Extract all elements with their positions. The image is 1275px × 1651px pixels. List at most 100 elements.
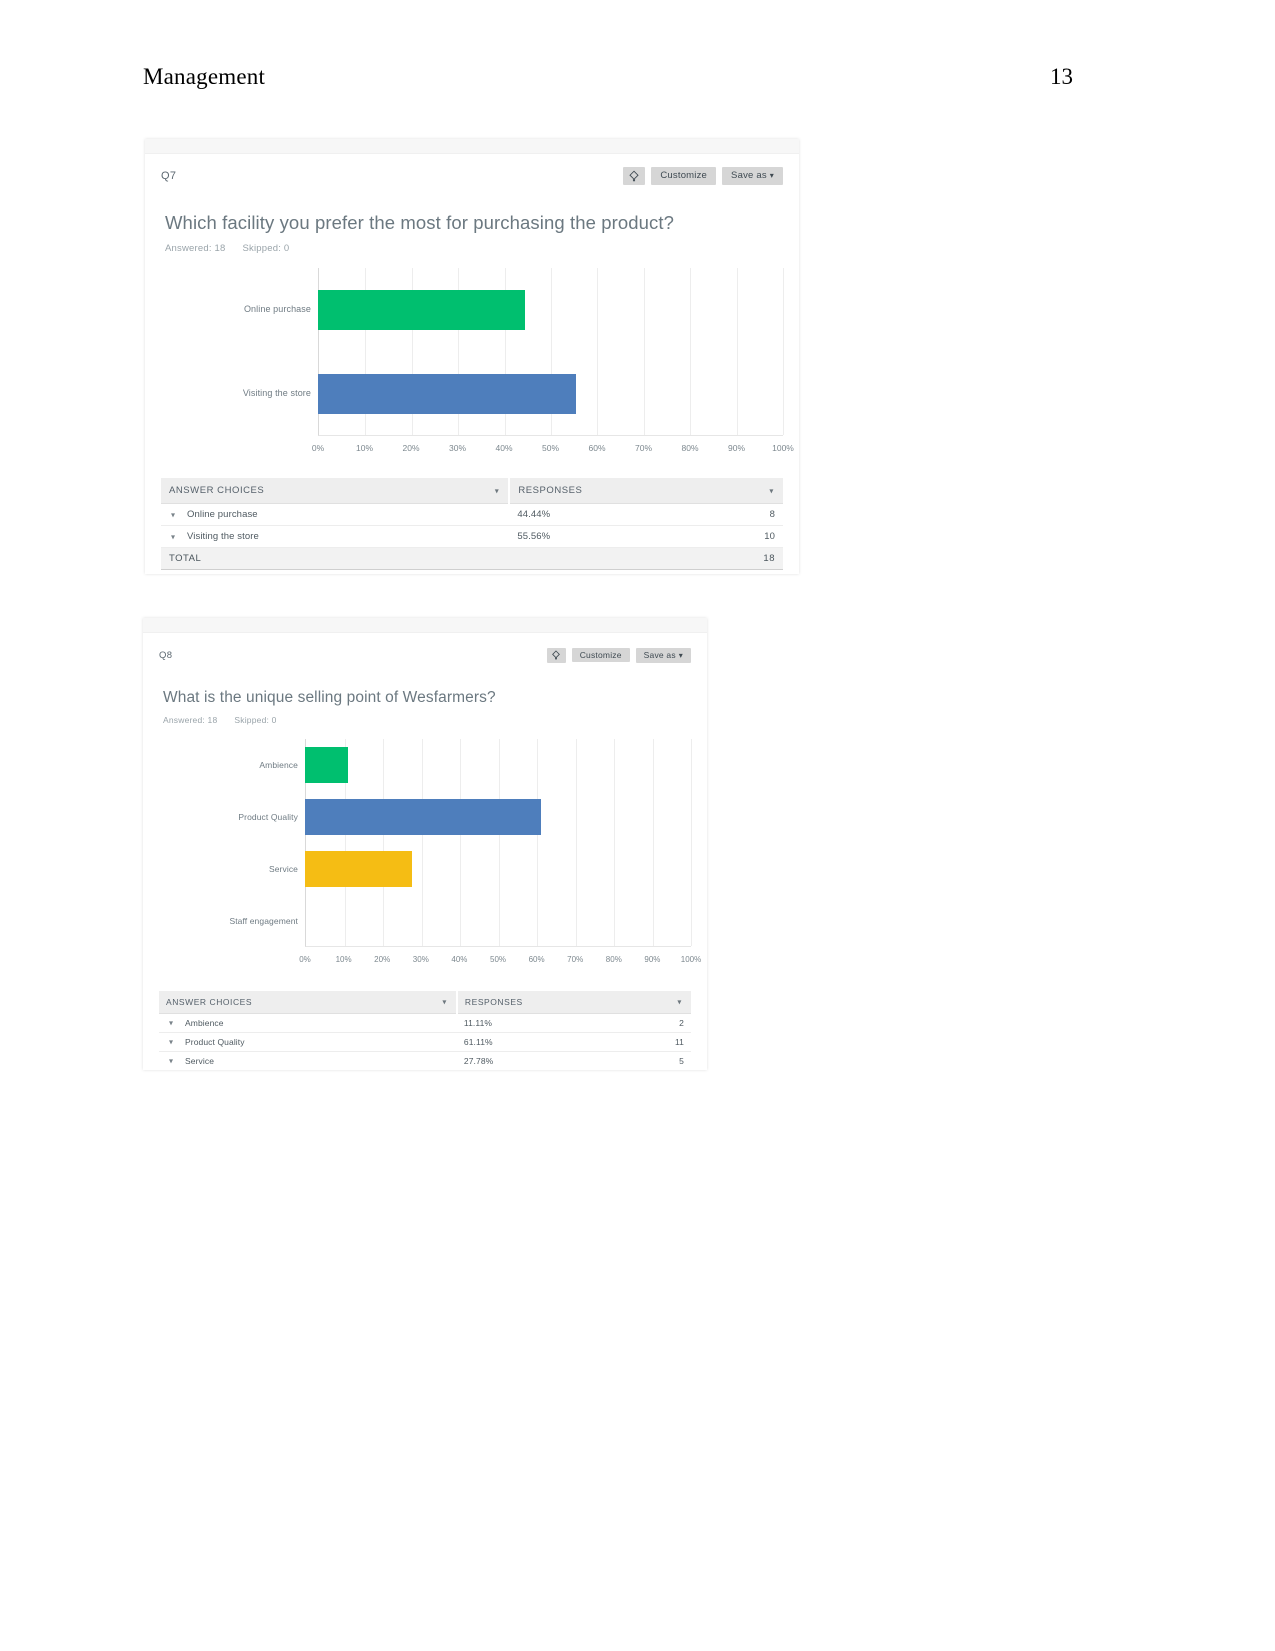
- chart-bar-row: Service: [159, 843, 691, 895]
- save-as-button[interactable]: Save as ▾: [635, 647, 691, 663]
- chart-bar-track: [305, 843, 691, 895]
- bar-chart-q8: Ambience Product Quality Service Staff enga…: [159, 739, 701, 969]
- answer-choice-label: Visiting the store: [187, 531, 259, 542]
- table-total-row: TOTAL 18: [161, 547, 783, 570]
- x-axis-tick: 60%: [588, 443, 606, 453]
- chevron-down-icon[interactable]: ▾: [169, 1057, 173, 1066]
- bar-chart-q7: Online purchase Visiting the store 0% 10% 2…: [161, 268, 794, 458]
- x-axis-tick: 90%: [727, 443, 746, 453]
- cell-response-percent: 61.11%: [456, 1032, 617, 1052]
- card-toolbar: Q7 Customize Save as ▾: [161, 162, 783, 190]
- page-title: Management: [143, 64, 266, 89]
- chart-bar-label: Visiting the store: [242, 388, 311, 399]
- cell-response-count: 11: [617, 1032, 691, 1052]
- chart-bar[interactable]: [305, 747, 348, 783]
- card-toolbar: Q8 Customize Save as ▾: [159, 641, 691, 669]
- chart-bar-label: Online purchase: [243, 304, 311, 315]
- column-header-responses[interactable]: RESPONSES ▾: [456, 991, 691, 1014]
- skipped-count: Skipped: 0: [234, 715, 277, 725]
- x-axis-tick: 100%: [680, 954, 702, 964]
- survey-result-card-q7: Q7 Customize Save as ▾ Which facility you…: [145, 139, 799, 574]
- chart-bar-track: [318, 352, 783, 436]
- answer-choice-label: Online purchase: [187, 509, 258, 520]
- question-meta: Answered: 18 Skipped: 0: [165, 243, 783, 254]
- responses-label: RESPONSES: [518, 485, 583, 496]
- chart-bars: Ambience Product Quality Service Staff enga…: [159, 739, 691, 947]
- question-meta: Answered: 18 Skipped: 0: [163, 715, 691, 725]
- chart-bar[interactable]: [318, 290, 525, 330]
- skipped-count: Skipped: 0: [242, 243, 290, 254]
- customize-button[interactable]: Customize: [571, 647, 630, 663]
- x-axis-tick: 80%: [605, 954, 622, 964]
- column-header-responses[interactable]: RESPONSES ▾: [509, 478, 783, 504]
- responses-label: RESPONSES: [464, 997, 523, 1007]
- chart-bar-label: Ambience: [259, 759, 298, 770]
- chart-bar-label: Product Quality: [238, 811, 298, 822]
- cell-response-percent: 55.56%: [509, 525, 707, 548]
- chart-bar-row: Ambience: [159, 739, 691, 791]
- x-axis-tick: 0%: [311, 443, 325, 453]
- save-as-label: Save as: [643, 649, 676, 660]
- table-row: ▾ Service 27.78% 5: [159, 1051, 691, 1070]
- chart-bar[interactable]: [305, 851, 413, 887]
- chart-bar-row: Visiting the store: [161, 352, 783, 436]
- customize-button[interactable]: Customize: [651, 167, 717, 185]
- cell-answer-choice[interactable]: ▾ Ambience: [159, 1013, 457, 1033]
- chevron-down-icon[interactable]: ▾: [495, 486, 500, 495]
- chart-bar[interactable]: [318, 374, 577, 414]
- chevron-down-icon[interactable]: ▾: [171, 532, 175, 541]
- page-number: 13: [1050, 64, 1073, 89]
- cell-answer-choice[interactable]: ▾ Service: [159, 1051, 457, 1070]
- answer-choice-label: Product Quality: [185, 1037, 245, 1047]
- page-header: Management 13: [143, 64, 1073, 90]
- cell-response-percent: 44.44%: [509, 503, 707, 526]
- x-axis-tick: 20%: [402, 443, 420, 453]
- table-header-row: ANSWER CHOICES ▾ RESPONSES ▾: [161, 478, 783, 504]
- cell-answer-choice[interactable]: ▾ Online purchase: [161, 503, 510, 526]
- answered-count: Answered: 18: [165, 243, 226, 254]
- chevron-down-icon[interactable]: ▾: [171, 510, 175, 519]
- x-axis-tick: 40%: [495, 443, 513, 453]
- card-top-strip: [145, 139, 799, 154]
- column-header-answer-choices[interactable]: ANSWER CHOICES ▾: [159, 991, 458, 1014]
- cell-response-count: 5: [617, 1051, 691, 1070]
- question-title: Which facility you prefer the most for p…: [165, 212, 675, 233]
- chart-bar[interactable]: [305, 799, 541, 835]
- chevron-down-icon[interactable]: ▾: [442, 998, 447, 1007]
- question-number: Q8: [159, 649, 173, 661]
- gridline: [783, 268, 784, 435]
- total-value: 18: [707, 547, 783, 570]
- x-axis-tick: 50%: [541, 443, 560, 453]
- save-as-button[interactable]: Save as ▾: [722, 167, 783, 185]
- cell-answer-choice[interactable]: ▾ Visiting the store: [161, 525, 510, 548]
- x-axis-tick: 50%: [489, 954, 507, 964]
- survey-result-card-q8: Q8 Customize Save as ▾ What is the unique…: [143, 618, 707, 1070]
- answer-choice-label: Ambience: [185, 1018, 224, 1028]
- chart-bar-label: Staff engagement: [229, 915, 298, 926]
- chart-bar-row: Product Quality: [159, 791, 691, 843]
- diamond-pin-icon[interactable]: [623, 167, 646, 185]
- chart-bar-label: Service: [268, 863, 298, 874]
- x-axis-tick: 20%: [374, 954, 391, 964]
- question-title: What is the unique selling point of Wesf…: [163, 689, 496, 706]
- chevron-down-icon[interactable]: ▾: [769, 486, 774, 495]
- diamond-pin-icon[interactable]: [546, 647, 566, 663]
- chart-bar-track: [305, 895, 691, 947]
- cell-answer-choice[interactable]: ▾ Product Quality: [159, 1032, 457, 1052]
- total-label: TOTAL: [161, 547, 510, 570]
- x-axis-tick: 60%: [528, 954, 545, 964]
- x-axis-tick: 70%: [634, 443, 653, 453]
- chart-bar-track: [305, 739, 691, 791]
- answered-count: Answered: 18: [163, 715, 218, 725]
- column-header-answer-choices[interactable]: ANSWER CHOICES ▾: [161, 478, 511, 504]
- chevron-down-icon[interactable]: ▾: [169, 1019, 173, 1028]
- table-row: ▾ Visiting the store 55.56% 10: [161, 525, 783, 548]
- x-axis-tick: 10%: [335, 954, 352, 964]
- chevron-down-icon[interactable]: ▾: [677, 998, 682, 1007]
- cell-response-percent: 11.11%: [456, 1013, 617, 1033]
- chevron-down-icon[interactable]: ▾: [169, 1038, 173, 1047]
- chevron-down-icon: ▾: [678, 650, 683, 660]
- answer-choices-label: ANSWER CHOICES: [166, 997, 253, 1007]
- table-header-row: ANSWER CHOICES ▾ RESPONSES ▾: [159, 991, 691, 1014]
- x-axis-labels: 0% 10% 20% 30% 40% 50% 60% 70% 80% 90% 100%: [312, 438, 794, 458]
